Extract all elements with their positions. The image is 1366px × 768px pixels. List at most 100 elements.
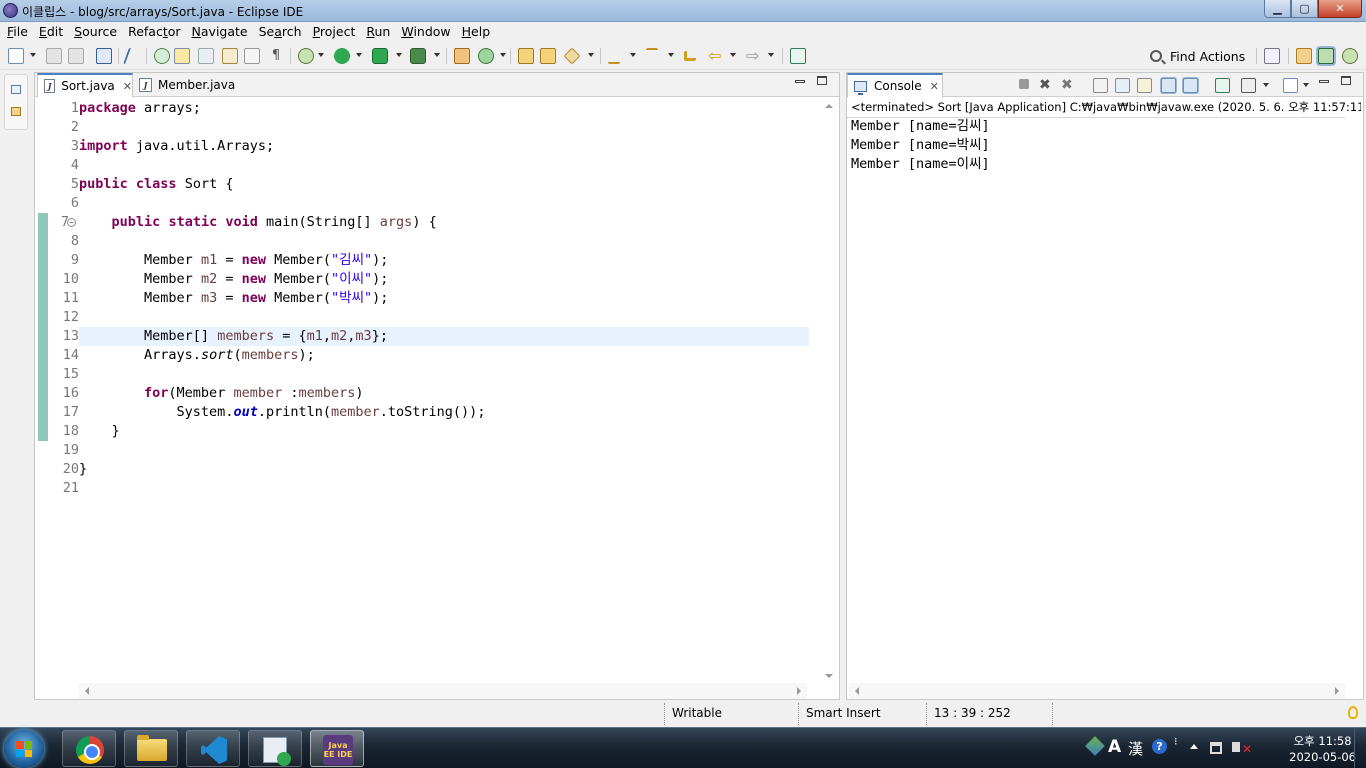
maximize-button[interactable]: ▢ [1291, 0, 1318, 18]
restore-icon[interactable] [11, 85, 21, 94]
taskbar-chrome[interactable] [62, 730, 116, 767]
forward-dropdown-icon[interactable] [768, 53, 774, 57]
terminal-icon[interactable] [96, 48, 112, 64]
open-console-dropdown-icon[interactable] [1303, 83, 1309, 87]
display-console-dropdown-icon[interactable] [1263, 83, 1269, 87]
scroll-left-icon[interactable] [85, 687, 89, 695]
ime-language-icon[interactable] [1085, 736, 1105, 756]
console-output[interactable]: Member [name=김씨] Member [name=박씨] Member… [851, 117, 990, 174]
minimize-button[interactable]: ▁ [1264, 0, 1291, 18]
forward-arrow-icon[interactable]: ⇨ [746, 48, 762, 64]
next-edit-dropdown-icon[interactable] [630, 53, 636, 57]
menu-edit[interactable]: Edit [35, 22, 70, 42]
remove-launch-icon[interactable]: ✖ [1039, 78, 1054, 93]
external-tools-dropdown-icon[interactable] [434, 53, 440, 57]
power-icon[interactable] [1210, 742, 1222, 754]
close-button[interactable]: ✕ [1318, 0, 1362, 18]
last-edit-location-icon[interactable] [684, 51, 696, 61]
menu-navigate[interactable]: Navigate [188, 22, 255, 42]
status-insert-mode[interactable]: Smart Insert [798, 701, 924, 727]
ime-hanja-indicator[interactable]: 漢 [1128, 738, 1143, 759]
clear-console-icon[interactable] [1093, 78, 1108, 93]
tab-console[interactable]: Console ✕ [847, 73, 943, 98]
scroll-right-icon[interactable] [1335, 687, 1339, 695]
pin-editor-icon[interactable] [790, 48, 806, 64]
open-perspective-icon[interactable] [1264, 48, 1280, 64]
coverage-dropdown-icon[interactable] [396, 53, 402, 57]
tab-sort-java[interactable]: J Sort.java ✕ [37, 73, 133, 98]
menu-source[interactable]: Source [70, 22, 124, 42]
menu-file[interactable]: File [3, 22, 35, 42]
fold-collapse-icon[interactable]: − [67, 218, 76, 227]
external-tools-icon[interactable] [410, 48, 426, 64]
show-hidden-icons-chevron-icon[interactable] [1190, 744, 1198, 749]
next-edit-location-icon[interactable] [608, 48, 620, 64]
find-actions-button[interactable]: Find Actions [1150, 47, 1245, 65]
close-tab-icon[interactable]: ✕ [930, 80, 939, 93]
maximize-view-icon[interactable] [817, 76, 827, 85]
new-java-package-icon[interactable] [454, 48, 470, 64]
status-cursor-position[interactable]: 13 : 39 : 252 [926, 701, 1050, 727]
open-task-icon[interactable] [540, 48, 556, 64]
next-annotation-icon[interactable] [222, 48, 238, 64]
console-vertical-scrollbar[interactable] [1345, 119, 1361, 684]
back-dropdown-icon[interactable] [730, 53, 736, 57]
previous-annotation-icon[interactable] [244, 48, 260, 64]
display-selected-console-icon[interactable] [1241, 78, 1256, 93]
menu-window[interactable]: Window [397, 22, 457, 42]
system-clock[interactable]: 오후 11:58 2020-05-06 [1289, 733, 1356, 765]
close-tab-icon[interactable]: ✕ [123, 80, 132, 93]
new-wizard-dropdown-icon[interactable] [30, 53, 36, 57]
minimize-view-icon[interactable] [1319, 80, 1329, 83]
open-console-icon[interactable] [1283, 78, 1298, 93]
word-wrap-icon[interactable] [1137, 78, 1152, 93]
volume-icon[interactable] [1232, 742, 1240, 752]
new-java-class-dropdown-icon[interactable] [500, 53, 506, 57]
scroll-right-icon[interactable] [797, 687, 801, 695]
pin-console-icon[interactable] [1215, 78, 1230, 93]
menu-refactor[interactable]: Refactor [124, 22, 187, 42]
run-dropdown-icon[interactable] [356, 53, 362, 57]
previous-edit-location-icon[interactable] [646, 48, 658, 64]
show-on-stderr-icon[interactable] [1183, 78, 1198, 93]
debug-perspective-icon[interactable] [1342, 48, 1358, 64]
taskbar-vscode[interactable] [186, 730, 240, 767]
maximize-view-icon[interactable] [1341, 76, 1351, 85]
search-tool-icon[interactable] [563, 47, 581, 65]
menu-help[interactable]: Help [458, 22, 498, 42]
toggle-mark-occurrences-icon[interactable] [174, 48, 190, 64]
remove-all-terminated-icon[interactable]: ✖ [1061, 78, 1076, 93]
tips-lightbulb-icon[interactable] [1348, 706, 1358, 719]
start-button[interactable] [4, 730, 44, 768]
scroll-up-icon[interactable] [825, 104, 833, 108]
taskbar-file-explorer[interactable] [124, 730, 178, 767]
terminate-icon[interactable] [1019, 79, 1029, 89]
ime-help-icon[interactable]: ? [1152, 739, 1167, 754]
previous-edit-dropdown-icon[interactable] [668, 53, 674, 57]
tab-member-java[interactable]: J Member.java [133, 73, 243, 97]
debug-dropdown-icon[interactable] [318, 53, 324, 57]
taskbar-app-runner[interactable] [248, 730, 302, 767]
open-type-icon[interactable] [154, 48, 170, 64]
debug-icon[interactable] [298, 48, 314, 64]
java-perspective-icon[interactable] [1318, 48, 1334, 64]
save-icon[interactable] [46, 48, 62, 64]
menu-project[interactable]: Project [309, 22, 363, 42]
new-java-class-icon[interactable] [478, 48, 494, 64]
show-on-stdout-icon[interactable] [1161, 78, 1176, 93]
window-title-bar[interactable]: 이클립스 - blog/src/arrays/Sort.java - Eclip… [0, 0, 1366, 22]
package-explorer-icon[interactable] [11, 107, 21, 116]
show-whitespace-icon[interactable]: ¶ [268, 48, 284, 64]
back-arrow-icon[interactable]: ⇦ [708, 48, 724, 64]
scroll-lock-icon[interactable] [1115, 78, 1130, 93]
java-ee-perspective-icon[interactable] [1296, 48, 1312, 64]
editor-horizontal-scrollbar[interactable] [79, 683, 807, 699]
open-type-hierarchy-icon[interactable] [518, 48, 534, 64]
ime-options-icon[interactable]: ⁝ [1174, 736, 1178, 747]
new-wizard-icon[interactable] [8, 48, 24, 64]
menu-run[interactable]: Run [362, 22, 397, 42]
ime-mode-indicator[interactable]: A [1108, 737, 1121, 757]
skip-breakpoints-icon[interactable] [123, 48, 137, 64]
toggle-block-selection-icon[interactable] [198, 48, 214, 64]
taskbar-eclipse[interactable]: Java EE IDE [310, 730, 364, 767]
